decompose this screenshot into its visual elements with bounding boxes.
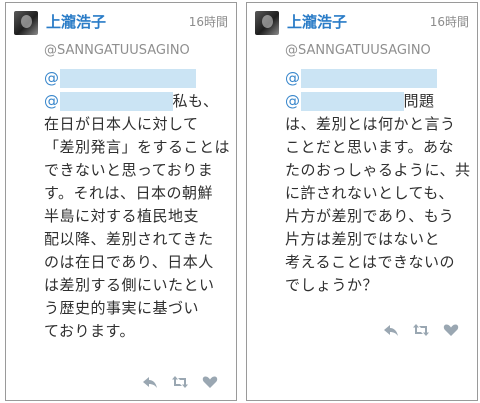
text-line: たのおっしゃるように、共 — [285, 161, 471, 179]
text-line: う歴史的事実に基づい — [44, 299, 200, 317]
tweet-actions — [142, 375, 218, 389]
text-line: す。それは、日本の朝鮮 — [44, 184, 214, 202]
tweet-actions — [383, 323, 459, 337]
text-line: でしょうか？ — [285, 276, 379, 294]
redacted-username — [300, 69, 437, 88]
mention-link[interactable]: @ — [44, 67, 60, 90]
favorite-icon[interactable] — [202, 375, 218, 389]
display-name[interactable]: 上瀧浩子 — [46, 13, 106, 31]
text-line: 考えることはできないの — [285, 253, 456, 271]
text-line: 「差別発言」をすることは — [44, 138, 231, 156]
tweet-text: @ @ 私も、 在日が日本人に対して 「差別発言」をすることは できないと思ってお… — [44, 67, 232, 343]
text-line: ております。 — [44, 322, 136, 340]
favorite-icon[interactable] — [443, 323, 459, 337]
text-line: に許されないとしても、 — [285, 184, 454, 202]
text-line: 在日が日本人に対して — [44, 115, 199, 133]
text-fragment: 問題 — [403, 92, 435, 110]
mention-link[interactable]: @ — [285, 67, 301, 90]
redacted-username — [59, 69, 196, 88]
text-line: 配以降、差別されてきた — [44, 230, 214, 248]
redacted-username — [300, 92, 404, 111]
tweet-card[interactable]: 上瀧浩子 16時間 @SANNGATUUSAGINO @ @ 私も、 在日が日本人… — [5, 2, 237, 401]
mention-line: @ — [285, 67, 473, 90]
mention-line: @ 私も、 — [44, 90, 232, 113]
text-fragment: 私も、 — [172, 92, 219, 110]
timestamp[interactable]: 16時間 — [430, 15, 469, 29]
tweet-card[interactable]: 上瀧浩子 16時間 @SANNGATUUSAGINO @ @ 問題 は、差別とは何… — [246, 2, 478, 401]
retweet-icon[interactable] — [172, 375, 188, 389]
mention-line: @ 問題 — [285, 90, 473, 113]
display-name[interactable]: 上瀧浩子 — [287, 13, 347, 31]
reply-icon[interactable] — [383, 323, 399, 337]
redacted-username — [59, 92, 173, 111]
mention-link[interactable]: @ — [44, 90, 60, 113]
text-line: 半島に対する植民地支 — [44, 207, 200, 225]
tweet-text: @ @ 問題 は、差別とは何かと言う ことだと思います。あな たのおっしゃるように… — [285, 67, 473, 297]
timestamp[interactable]: 16時間 — [189, 15, 228, 29]
retweet-icon[interactable] — [413, 323, 429, 337]
text-line: は、差別とは何かと言う — [285, 115, 456, 133]
user-handle[interactable]: @SANNGATUUSAGINO — [44, 43, 190, 59]
text-line: のは在日であり、日本人 — [44, 253, 214, 271]
text-line: 片方が差別であり、もう — [285, 207, 455, 225]
text-line: 片方は差別ではないと — [285, 230, 441, 248]
text-line: ことだと思います。あな — [285, 138, 455, 156]
avatar[interactable] — [255, 11, 279, 35]
mention-line: @ — [44, 67, 232, 90]
user-handle[interactable]: @SANNGATUUSAGINO — [285, 43, 431, 59]
reply-icon[interactable] — [142, 375, 158, 389]
text-line: できないと思っておりま — [44, 161, 214, 179]
avatar[interactable] — [14, 11, 38, 35]
mention-link[interactable]: @ — [285, 90, 301, 113]
text-line: は差別する側にいたとい — [44, 276, 215, 294]
